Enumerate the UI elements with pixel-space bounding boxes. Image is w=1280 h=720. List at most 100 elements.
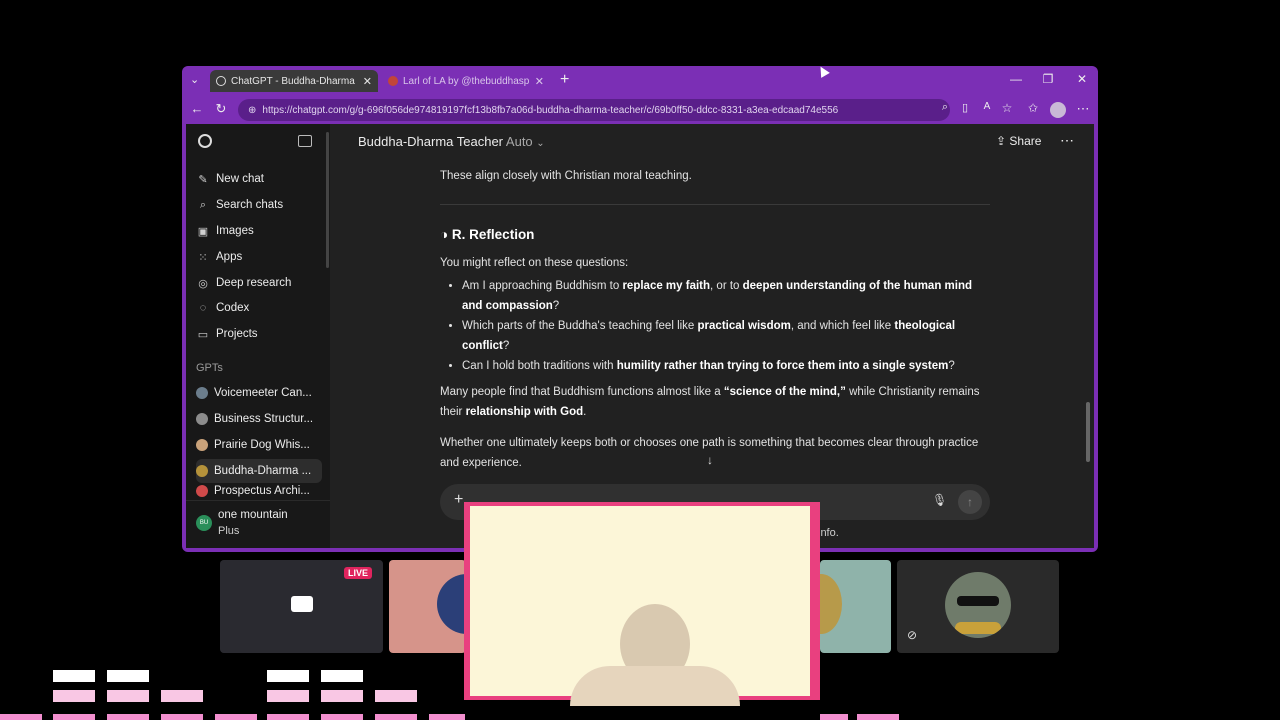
section-heading: ◑ R. Reflection [440, 225, 990, 245]
main-scrollbar[interactable] [1086, 402, 1090, 462]
participant-avatar [437, 574, 466, 634]
close-sidebar-icon[interactable] [298, 135, 312, 147]
site-info-icon[interactable]: ⊕ [248, 105, 256, 116]
bold-text: relationship with God [465, 406, 584, 418]
visualizer-bar [267, 690, 309, 702]
mic-muted-icon: ⊘ [907, 628, 918, 642]
tab-larl[interactable]: Larl of LA by @thebuddhaspriest ✕ [382, 70, 550, 92]
gpt-item-business[interactable]: Business Structur... [196, 407, 322, 431]
text: Can I hold both traditions with [462, 360, 617, 372]
minimize-icon[interactable]: — [1006, 72, 1026, 86]
chevron-down-icon: ⌄ [536, 138, 545, 149]
codex-icon: ◌ [199, 302, 207, 314]
section-heading-text: R. Reflection [451, 227, 535, 242]
sidebar-item-label: Apps [216, 251, 243, 263]
bold-text: practical wisdom [697, 320, 791, 332]
browser-window: ⌄ ChatGPT - Buddha-Dharma Teacher ✕ Larl… [182, 66, 1098, 552]
gpt-label: Buddha-Dharma ... [214, 465, 312, 477]
gpt-title-text: Buddha-Dharma Teacher [358, 134, 504, 149]
paragraph: Many people find that Buddhism functions… [440, 382, 990, 422]
participant-tile[interactable] [389, 560, 466, 653]
text: . [583, 406, 587, 418]
user-name[interactable]: one mountain [218, 509, 288, 521]
message-content: These align closely with Christian moral… [440, 166, 990, 473]
visualizer-bar [53, 670, 95, 682]
profile-avatar[interactable] [1050, 102, 1066, 118]
openai-logo-icon[interactable] [198, 134, 212, 148]
sidebar-item-projects[interactable]: ▭ Projects [196, 322, 322, 346]
share-button[interactable]: ⇪ Share [996, 134, 1041, 148]
reload-icon[interactable]: ↻ [212, 101, 230, 117]
sunglasses [957, 596, 999, 606]
search-icon: ⌕ [199, 198, 207, 211]
sidebar-divider [186, 500, 330, 501]
projects-icon: ▭ [197, 328, 209, 341]
text: Am I approaching Buddhism to [462, 280, 623, 292]
reader-icon[interactable]: ▯ [956, 101, 974, 114]
mic-icon[interactable]: 🎙 [932, 493, 947, 507]
sidebar-item-label: Search chats [216, 199, 284, 211]
url-text: https://chatgpt.com/g/g-696f056de9748191… [262, 104, 839, 116]
gpt-title[interactable]: Buddha-Dharma Teacher Auto ⌄ [358, 134, 545, 149]
text: ? [948, 360, 955, 372]
tab-list-chevron-icon[interactable]: ⌄ [190, 73, 199, 86]
visualizer-bar [107, 714, 149, 720]
sidebar-scrollbar[interactable] [326, 132, 329, 268]
participant-tile[interactable]: ⊘ [897, 560, 1059, 653]
sidebar-item-search-chats[interactable]: ⌕ Search chats [196, 193, 322, 217]
visualizer-bar [321, 690, 363, 702]
close-tab-icon[interactable]: ✕ [357, 75, 372, 88]
restore-icon[interactable]: ❐ [1038, 72, 1058, 86]
favorites-icon[interactable]: ✩ [1024, 101, 1042, 115]
gpt-item-buddha-dharma[interactable]: Buddha-Dharma ... [196, 459, 322, 483]
visualizer-bar [267, 714, 309, 720]
gpt-item-voicemeeter[interactable]: Voicemeeter Can... [196, 381, 322, 405]
sidebar-item-codex[interactable]: ◌ Codex [196, 296, 322, 320]
tab-label: ChatGPT - Buddha-Dharma Teacher [231, 75, 357, 87]
sidebar-item-new-chat[interactable]: ✎ New chat [196, 167, 322, 191]
user-plan: Plus [218, 525, 240, 537]
gpt-label: Prospectus Archi... [214, 485, 310, 497]
visualizer-bar [107, 670, 149, 682]
text: Which parts of the Buddha's teaching fee… [462, 320, 698, 332]
back-icon[interactable]: ← [188, 101, 206, 116]
share-label: Share [1009, 134, 1042, 148]
send-button[interactable]: ↑ [958, 490, 982, 514]
text: , and which feel like [790, 320, 895, 332]
gpt-label: Prairie Dog Whis... [214, 439, 310, 451]
screen-share-tile[interactable]: LIVE [220, 560, 383, 653]
sidebar-item-apps[interactable]: ⁙ Apps [196, 245, 322, 269]
add-attachment-icon[interactable]: + [454, 491, 463, 509]
conversation-options-icon[interactable]: ⋯ [1060, 132, 1074, 149]
new-tab-button[interactable]: + [560, 71, 569, 89]
gpt-avatar-icon [196, 413, 208, 425]
participant-tile[interactable] [820, 560, 891, 653]
read-aloud-icon[interactable]: A [978, 101, 996, 112]
sidebar-item-label: Codex [216, 302, 250, 314]
sidebar-item-deep-research[interactable]: ◎ Deep research [196, 271, 322, 295]
scroll-down-icon[interactable]: ↓ [707, 453, 713, 467]
half-circle-icon: ◑ [440, 227, 449, 242]
main-panel: Buddha-Dharma Teacher Auto ⌄ ⇪ Share ⋯ T… [330, 124, 1094, 548]
sidebar-item-label: New chat [216, 173, 264, 185]
visualizer-bar [375, 690, 417, 702]
text: , or to [710, 280, 743, 292]
gpt-item-prairie-dog[interactable]: Prairie Dog Whis... [196, 433, 322, 457]
tab-chatgpt[interactable]: ChatGPT - Buddha-Dharma Teacher ✕ [210, 70, 378, 92]
close-window-icon[interactable]: ✕ [1072, 72, 1092, 86]
sidebar: ✎ New chat ⌕ Search chats ▣ Images ⁙ Apps ◎ D… [186, 124, 330, 548]
chatgpt-app: ✎ New chat ⌕ Search chats ▣ Images ⁙ Apps ◎ D… [186, 124, 1094, 548]
gpt-avatar-icon [196, 387, 208, 399]
close-tab-icon[interactable]: ✕ [529, 75, 544, 88]
gpt-item-prospectus[interactable]: Prospectus Archi... [196, 485, 322, 499]
more-menu-icon[interactable]: ⋯ [1074, 101, 1092, 117]
apps-icon: ⁙ [198, 251, 208, 264]
url-field[interactable]: ⊕ https://chatgpt.com/g/g-696f056de97481… [238, 99, 950, 121]
chatgpt-logo-icon [216, 76, 226, 86]
zoom-icon[interactable]: ⌕ [936, 101, 954, 114]
participant-avatar [945, 572, 1011, 638]
favorite-star-icon[interactable]: ☆ [998, 101, 1016, 115]
sidebar-item-images[interactable]: ▣ Images [196, 219, 322, 243]
list-item: Am I approaching Buddhism to replace my … [462, 276, 990, 316]
user-avatar[interactable]: BU [196, 515, 212, 531]
